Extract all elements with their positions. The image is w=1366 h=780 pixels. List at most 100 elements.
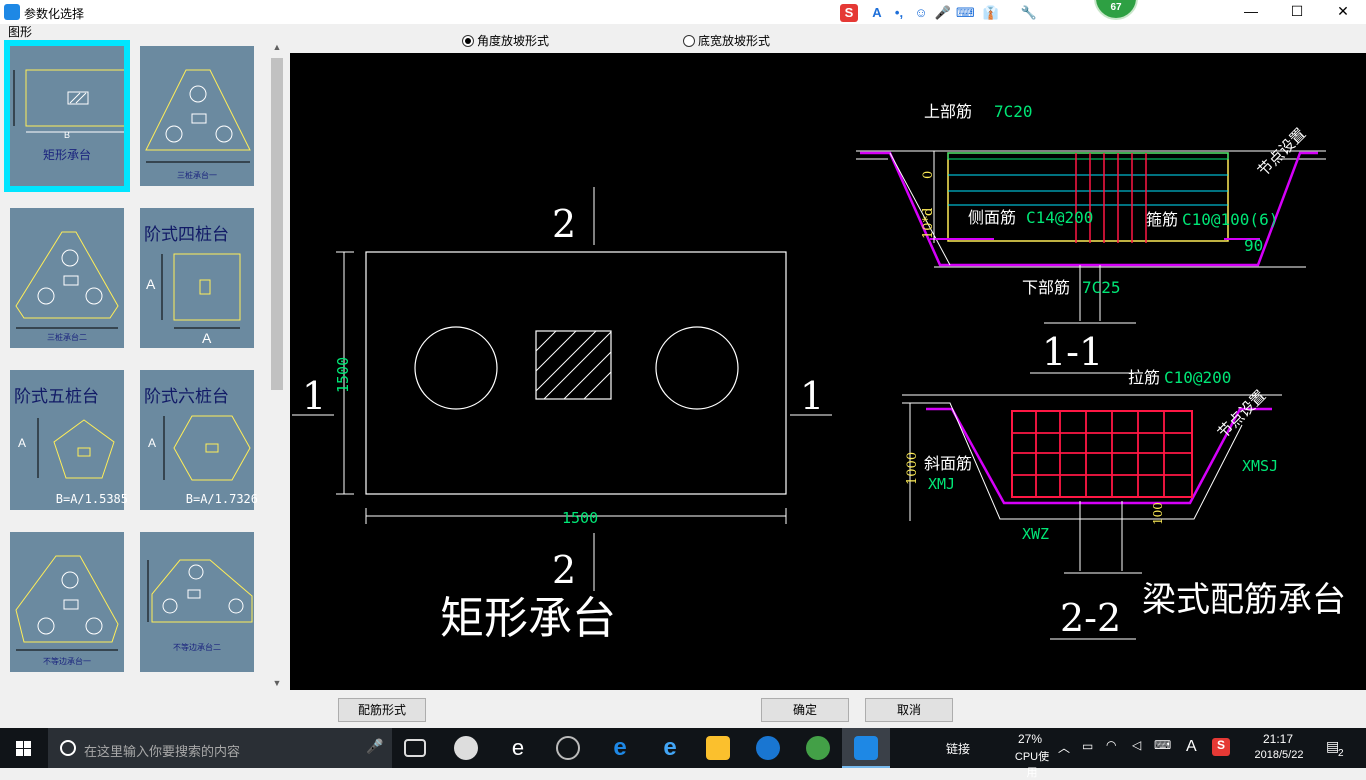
- battery-icon[interactable]: ▭: [1082, 739, 1093, 753]
- taskbar-search-box[interactable]: 在这里输入你要搜索的内容 🎤: [48, 728, 392, 768]
- volume-icon[interactable]: ◁: [1132, 738, 1141, 752]
- link-label[interactable]: 链接: [946, 740, 970, 757]
- xwz-label: XWZ: [1022, 525, 1049, 543]
- thumb-preview: 阶式四桩台 A A: [140, 208, 254, 348]
- xmj-label: XMJ: [928, 475, 955, 493]
- thumb-caption: 阶式六桩台: [144, 387, 229, 407]
- keyboard-icon[interactable]: ⌨: [1154, 738, 1171, 752]
- slope-form-options: 角度放坡形式 底宽放坡形式: [290, 28, 1366, 52]
- thumbnail-scrollbar[interactable]: ▲ ▼: [268, 40, 286, 690]
- spiral-app-icon[interactable]: [556, 736, 580, 760]
- ie-icon[interactable]: e: [506, 736, 530, 760]
- stirrup-label: 箍筋: [1146, 210, 1178, 229]
- thumb-stepped-six-pile[interactable]: 阶式六桩台 A B=A/1.7326: [134, 364, 260, 516]
- speed-badge[interactable]: 67: [1094, 0, 1138, 20]
- punctuation-icon[interactable]: •,: [890, 4, 908, 22]
- thumb-caption: 阶式五桩台: [14, 387, 99, 407]
- section-mark-bottom: 2: [552, 548, 576, 592]
- cpu-usage-label: CPU使用: [1014, 751, 1050, 779]
- plan-view: 2 2 1 1 1500 1500 矩形承台: [292, 187, 832, 644]
- angle-label: 90: [1244, 236, 1263, 255]
- scroll-thumb[interactable]: [271, 58, 283, 390]
- thumb-preview: 阶式六桩台 A B=A/1.7326: [140, 370, 258, 510]
- ok-button[interactable]: 确定: [761, 698, 849, 722]
- shape-thumbnail-list: B 矩形承台 三桩承台一 三桩承台二 阶式四桩台 A A 阶式五桩台 A B=A…: [4, 40, 266, 690]
- stirrup-value: C10@100(6): [1182, 210, 1278, 229]
- thumb-three-pile-2[interactable]: 三桩承台二: [4, 202, 130, 354]
- rebar-form-button[interactable]: 配筋形式: [338, 698, 426, 722]
- show-hidden-icons-icon[interactable]: ︿: [1058, 739, 1070, 756]
- dim-width-label: 1500: [562, 509, 598, 527]
- thumb-caption: 不等边承台二: [173, 643, 221, 652]
- app-icon: [4, 4, 20, 20]
- clock-date[interactable]: 2018/5/22: [1244, 749, 1314, 761]
- thumb-caption: 阶式四桩台: [144, 225, 229, 245]
- thumb-unequal-1[interactable]: 不等边承台一: [4, 526, 130, 678]
- thumb-preview: 三桩承台二: [10, 208, 124, 348]
- section-mark-left: 1: [302, 374, 326, 418]
- sogou-icon[interactable]: S: [840, 4, 858, 22]
- dim-1000-label: 1000: [905, 452, 920, 485]
- dim-100-label: 100: [1151, 502, 1165, 525]
- green-app-icon[interactable]: [806, 736, 830, 760]
- close-button[interactable]: ✕: [1320, 0, 1366, 24]
- column-hatch: [535, 330, 612, 400]
- glodon-icon[interactable]: [756, 736, 780, 760]
- section-1-1: 上部筋 7C20 0 10*d 侧面筋 C14@200 箍筋 C10@100(6…: [856, 102, 1326, 374]
- edge-icon[interactable]: e: [608, 736, 632, 760]
- cap-outline: [365, 251, 787, 495]
- clock-time[interactable]: 21:17: [1248, 732, 1308, 746]
- thumb-rect-cap[interactable]: B 矩形承台: [4, 40, 130, 192]
- top-rebar-label: 上部筋: [924, 102, 972, 121]
- pinwheel-app-icon[interactable]: [454, 736, 478, 760]
- keyboard-icon[interactable]: ⌨: [956, 4, 975, 22]
- active-app-button[interactable]: [842, 728, 890, 768]
- sogou-tray-icon[interactable]: S: [1212, 738, 1230, 756]
- thumb-dim: A: [18, 436, 27, 450]
- task-view-icon[interactable]: [404, 739, 426, 757]
- pile-left: [414, 326, 498, 410]
- beam-cap-title: 梁式配筋承台: [1142, 580, 1346, 620]
- thumb-caption: 三桩承台二: [47, 333, 87, 342]
- thumb-stepped-four-pile[interactable]: 阶式四桩台 A A: [134, 202, 260, 354]
- section-1-1-title: 1-1: [1042, 330, 1103, 374]
- file-explorer-icon[interactable]: [706, 736, 730, 760]
- parametric-app-icon: [854, 736, 878, 760]
- emoji-icon[interactable]: ☺: [912, 4, 930, 22]
- scroll-down-icon[interactable]: ▼: [268, 678, 286, 688]
- microphone-icon[interactable]: 🎤: [366, 738, 383, 755]
- thumb-preview: 不等边承台一: [10, 532, 124, 672]
- radio-label: 角度放坡形式: [477, 34, 550, 48]
- scroll-up-icon[interactable]: ▲: [268, 42, 286, 52]
- tools-icon[interactable]: 🔧: [1020, 4, 1038, 22]
- thumb-three-pile-1[interactable]: 三桩承台一: [134, 40, 260, 192]
- wifi-icon[interactable]: ◠: [1106, 738, 1116, 752]
- thumb-unequal-2[interactable]: 不等边承台二: [134, 526, 260, 678]
- thumb-stepped-five-pile[interactable]: 阶式五桩台 A B=A/1.5385: [4, 364, 130, 516]
- skin-icon[interactable]: 👔: [982, 4, 1000, 22]
- minimize-button[interactable]: —: [1228, 0, 1274, 24]
- zero-label: 0: [921, 171, 936, 179]
- shape-group-label: 图形: [8, 25, 33, 39]
- ime-mode-indicator[interactable]: A: [1186, 738, 1197, 756]
- chinese-mode-icon[interactable]: A: [868, 4, 886, 22]
- maximize-button[interactable]: ☐: [1274, 0, 1320, 24]
- thumb-formula: B=A/1.5385: [55, 492, 128, 506]
- thumb-caption: 不等边承台一: [43, 657, 91, 666]
- ie-blue-icon[interactable]: e: [658, 736, 682, 760]
- cancel-button[interactable]: 取消: [865, 698, 953, 722]
- radio-angle-slope[interactable]: 角度放坡形式: [462, 32, 549, 49]
- radio-bottom-width-slope[interactable]: 底宽放坡形式: [683, 32, 770, 49]
- side-rebar-label: 侧面筋: [968, 208, 1016, 227]
- drawing-canvas[interactable]: 2 2 1 1 1500 1500 矩形承台 上部筋 7C20 0 10*d 侧…: [290, 53, 1366, 690]
- microphone-icon[interactable]: 🎤: [934, 4, 952, 22]
- windows-start-icon[interactable]: [0, 728, 48, 768]
- bottom-rebar-label: 下部筋: [1022, 278, 1070, 297]
- notification-count: 2: [1338, 748, 1344, 759]
- pile-right: [655, 326, 739, 410]
- dialog-button-bar: 配筋形式 确定 取消: [0, 690, 1366, 728]
- plan-title: 矩形承台: [440, 593, 616, 644]
- section-2-2: 拉筋 C10@200 节点设置 斜面筋 XMJ XMSJ XWZ 1000 10…: [902, 368, 1346, 640]
- thumb-preview: 三桩承台一: [140, 46, 254, 186]
- cpu-percent: 27%: [1017, 732, 1043, 746]
